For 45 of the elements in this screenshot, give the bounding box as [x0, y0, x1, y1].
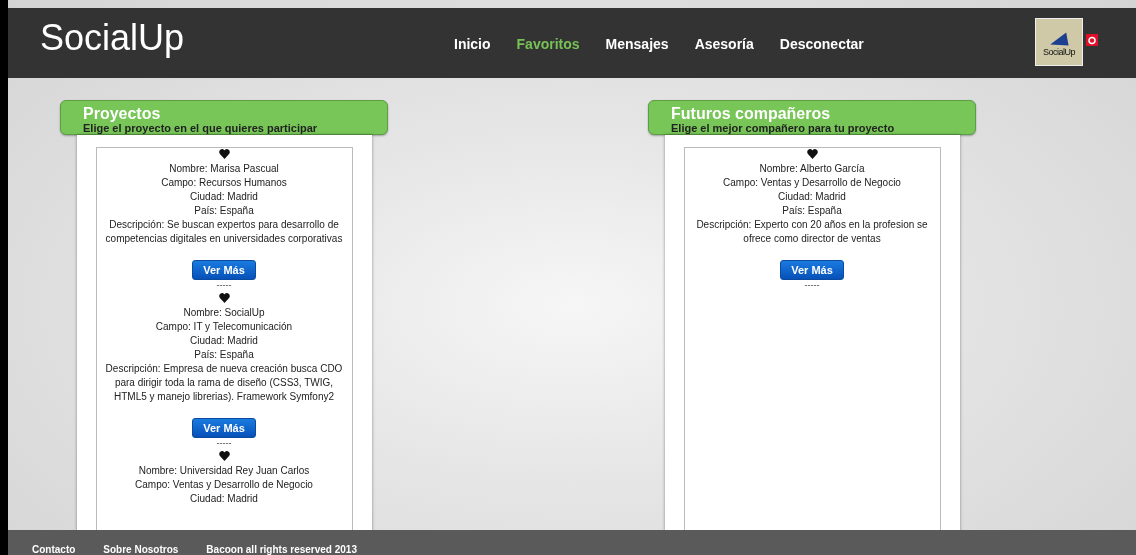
item-detail: País: España	[193, 348, 255, 362]
item-detail: Ciudad: Madrid	[189, 492, 259, 506]
item-detail: País: España	[781, 204, 843, 218]
avatar-logo[interactable]: SocialUp	[1035, 18, 1083, 66]
item-detail: País: España	[193, 204, 255, 218]
item-detail: Descripción: Se buscan expertos para desarrollo de competencias digitales en universidades corporativas	[104, 218, 344, 246]
item-detail: Nombre: SocialUp	[182, 306, 266, 320]
nav-link[interactable]: Inicio	[454, 36, 491, 52]
item-detail: Campo: Recursos Humanos	[160, 176, 288, 190]
panel-title: Futuros compañeros	[671, 105, 832, 122]
item-detail: Ciudad: Madrid	[777, 190, 847, 204]
heart-icon[interactable]	[218, 451, 230, 461]
separator-text: -----	[804, 280, 820, 290]
see-more-button[interactable]: Ver Más	[780, 260, 844, 280]
nav-link[interactable]: Desconectar	[779, 36, 864, 52]
nav-link[interactable]: Mensajes	[605, 36, 669, 52]
item-detail: Campo: IT y Telecomunicación	[154, 320, 294, 334]
separator-text: -----	[216, 280, 232, 290]
panel-subtitle: Elige el proyecto en el que quieres participar	[83, 122, 319, 134]
panel-title: Proyectos	[83, 105, 162, 122]
item-detail: Nombre: Marisa Pascual	[168, 162, 280, 176]
triangle-icon	[1047, 31, 1071, 47]
avatar-label: SocialUp	[1043, 47, 1075, 57]
nav-link[interactable]: Favoritos	[516, 36, 580, 52]
item-detail: Descripción: Experto con 20 años en la profesion se ofrece como director de ventas	[695, 218, 929, 246]
panel-subtitle: Elige el mejor compañero para tu proyecto	[671, 122, 896, 134]
site-logo[interactable]: SocialUp	[40, 17, 185, 59]
heart-icon[interactable]	[218, 149, 230, 159]
item-detail: Nombre: Universidad Rey Juan Carlos	[137, 464, 311, 478]
item-detail: Ciudad: Madrid	[189, 190, 259, 204]
see-more-button[interactable]: Ver Más	[192, 418, 256, 438]
power-icon[interactable]	[1086, 34, 1098, 46]
footer-link[interactable]: Contacto	[32, 544, 76, 555]
see-more-button[interactable]: Ver Más	[192, 260, 256, 280]
heart-icon[interactable]	[218, 293, 230, 303]
footer-link[interactable]: Bacoon all rights reserved 2013	[206, 544, 357, 555]
nav-link[interactable]: Asesoría	[694, 36, 754, 52]
item-detail: Ciudad: Madrid	[189, 334, 259, 348]
item-detail: Nombre: Alberto García	[758, 162, 866, 176]
item-detail: Campo: Ventas y Desarrollo de Negocio	[722, 176, 902, 190]
separator-text: -----	[216, 438, 232, 448]
footer-link[interactable]: Sobre Nosotros	[103, 544, 179, 555]
heart-icon[interactable]	[806, 149, 818, 159]
item-detail: Campo: Ventas y Desarrollo de Negocio	[134, 478, 314, 492]
item-detail: Descripción: Empresa de nueva creación busca CDO para dirigir toda la rama de diseño (CSS3, TWIG, HTML5 y manejo librerias). Framework Symfony2	[104, 362, 344, 404]
